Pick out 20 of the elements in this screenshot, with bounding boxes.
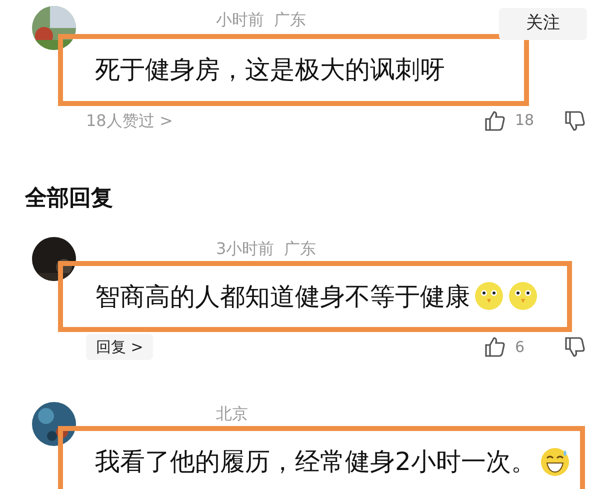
follow-button[interactable]: 关注 (499, 8, 587, 40)
reply-link[interactable]: 回复 > (86, 334, 154, 360)
meta-text: 广东 (284, 238, 316, 260)
emoji-icon (508, 281, 538, 312)
emoji-icon (540, 446, 570, 477)
thumbs-down-icon[interactable] (563, 108, 587, 132)
thumbs-down-icon[interactable] (563, 335, 587, 359)
emoji-icon (474, 281, 504, 312)
thumbs-up-icon[interactable] (483, 108, 507, 132)
meta-text: 广东 (274, 9, 306, 31)
section-title: 全部回复 (25, 184, 114, 212)
like-count: 6 (515, 336, 526, 358)
comment-text: 智商高的人都知道健身不等于健康 (95, 280, 470, 312)
meta-text: 北京 (216, 403, 248, 425)
like-count: 18 (515, 110, 536, 132)
meta-text: 小时前 (216, 9, 264, 31)
comment-text: 我看了他的履历，经常健身2小时一次。 (95, 446, 536, 478)
meta-text: 3小时前 (216, 238, 274, 260)
comment-text: 死于健身房，这是极大的讽刺呀 (95, 54, 445, 86)
thumbs-up-icon[interactable] (483, 335, 507, 359)
